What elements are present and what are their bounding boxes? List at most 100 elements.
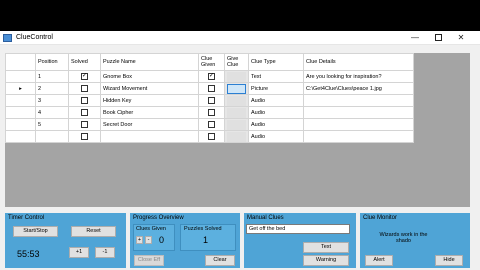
give-clue-cell[interactable] — [224, 118, 249, 131]
puzzle-name-cell[interactable]: Book Cipher — [100, 106, 199, 119]
clues-minus-button[interactable]: - — [145, 236, 152, 244]
manual-clue-input[interactable]: Get off the bed — [246, 224, 350, 234]
puzzle-name-cell[interactable]: Secret Door — [100, 118, 199, 131]
solved-cell[interactable] — [68, 118, 101, 131]
table-row[interactable]: 5 Secret Door Audio — [5, 118, 414, 131]
row-header[interactable] — [5, 118, 36, 131]
hide-button[interactable]: Hide — [435, 255, 463, 266]
manual-panel-title: Manual Clues — [247, 215, 284, 221]
close-button[interactable]: ✕ — [450, 31, 472, 45]
minimize-button[interactable]: — — [404, 31, 426, 45]
clue-given-cell[interactable] — [198, 94, 225, 107]
close-eff-button[interactable]: Close Eff — [134, 255, 164, 266]
clue-details-cell[interactable] — [303, 94, 414, 107]
app-icon — [3, 34, 12, 42]
clue-details-cell[interactable]: C:\Get4Clue\Clues\peace 1.jpg — [303, 82, 414, 95]
solved-checkbox[interactable] — [81, 133, 88, 140]
position-cell[interactable]: 5 — [35, 118, 69, 131]
column-header-clue-type[interactable]: Clue Type — [248, 53, 304, 71]
position-cell[interactable]: 2 — [35, 82, 69, 95]
give-clue-cell[interactable] — [224, 106, 249, 119]
maximize-button[interactable] — [427, 31, 449, 45]
row-header[interactable] — [5, 106, 36, 119]
solved-checkbox[interactable] — [81, 121, 88, 128]
column-header-give-clue[interactable]: Give Clue — [224, 53, 249, 71]
position-cell[interactable] — [35, 130, 69, 143]
give-clue-button[interactable] — [227, 71, 246, 82]
solved-checkbox[interactable] — [81, 97, 88, 104]
clue-type-cell[interactable]: Audio — [248, 106, 304, 119]
clue-given-checkbox[interactable] — [208, 97, 215, 104]
send-warning-button[interactable]: Warning — [303, 255, 349, 266]
puzzle-name-cell[interactable]: Hidden Key — [100, 94, 199, 107]
clue-details-cell[interactable]: Are you looking for inspiration? — [303, 70, 414, 83]
table-row[interactable]: 1 ✓ Gnome Box ✓ Text Are you looking for insp… — [5, 70, 414, 83]
position-cell[interactable]: 1 — [35, 70, 69, 83]
solved-cell[interactable] — [68, 94, 101, 107]
clue-given-checkbox[interactable] — [208, 121, 215, 128]
column-header-position[interactable]: Position — [35, 53, 69, 71]
clue-details-cell[interactable] — [303, 106, 414, 119]
clue-type-cell[interactable]: Text — [248, 70, 304, 83]
table-row[interactable]: Audio — [5, 130, 414, 143]
solved-cell[interactable] — [68, 130, 101, 143]
give-clue-button[interactable] — [227, 83, 246, 94]
solved-checkbox[interactable]: ✓ — [81, 73, 88, 80]
clue-details-cell[interactable] — [303, 130, 414, 143]
clue-details-cell[interactable] — [303, 118, 414, 131]
row-header[interactable] — [5, 70, 36, 83]
give-clue-cell[interactable] — [224, 82, 249, 95]
clue-given-cell[interactable] — [198, 118, 225, 131]
minus-one-button[interactable]: -1 — [95, 247, 115, 258]
timer-display: 55:53 — [17, 249, 40, 259]
give-clue-cell[interactable] — [224, 70, 249, 83]
give-clue-button[interactable] — [227, 119, 246, 130]
clue-given-cell[interactable] — [198, 130, 225, 143]
position-cell[interactable]: 4 — [35, 106, 69, 119]
solved-cell[interactable] — [68, 82, 101, 95]
column-header-clue-given[interactable]: Clue Given — [198, 53, 225, 71]
reset-button[interactable]: Reset — [71, 226, 116, 237]
column-header-solved[interactable]: Solved — [68, 53, 101, 71]
give-clue-cell[interactable] — [224, 130, 249, 143]
clue-given-checkbox[interactable] — [208, 109, 215, 116]
clues-given-label: Clues Given — [136, 226, 166, 232]
table-row[interactable]: 4 Book Cipher Audio — [5, 106, 414, 119]
clue-type-cell[interactable]: Audio — [248, 94, 304, 107]
solved-checkbox[interactable] — [81, 109, 88, 116]
clue-given-cell[interactable]: ✓ — [198, 70, 225, 83]
alert-button[interactable]: Alert — [365, 255, 393, 266]
puzzle-name-cell[interactable] — [100, 130, 199, 143]
solved-cell[interactable]: ✓ — [68, 70, 101, 83]
give-clue-button[interactable] — [227, 131, 246, 142]
plus-one-button[interactable]: +1 — [69, 247, 89, 258]
clue-type-cell[interactable]: Picture — [248, 82, 304, 95]
clue-given-checkbox[interactable] — [208, 85, 215, 92]
row-header[interactable]: ▸ — [5, 82, 36, 95]
clue-given-cell[interactable] — [198, 82, 225, 95]
clue-given-checkbox[interactable] — [208, 133, 215, 140]
start-stop-button[interactable]: Start/Stop — [13, 226, 58, 237]
give-clue-button[interactable] — [227, 95, 246, 106]
solved-checkbox[interactable] — [81, 85, 88, 92]
table-row[interactable]: 3 Hidden Key Audio — [5, 94, 414, 107]
clue-type-cell[interactable]: Audio — [248, 130, 304, 143]
clue-given-cell[interactable] — [198, 106, 225, 119]
maximize-icon — [434, 34, 442, 42]
column-header-clue-details[interactable]: Clue Details — [303, 53, 414, 71]
send-text-button[interactable]: Text — [303, 242, 349, 253]
row-header[interactable] — [5, 130, 36, 143]
puzzle-name-cell[interactable]: Wizard Movement — [100, 82, 199, 95]
table-row[interactable]: ▸ 2 Wizard Movement Picture C:\Get4Clue\Clue… — [5, 82, 414, 95]
clue-given-checkbox[interactable]: ✓ — [208, 73, 215, 80]
solved-cell[interactable] — [68, 106, 101, 119]
column-header-puzzle-name[interactable]: Puzzle Name — [100, 53, 199, 71]
give-clue-button[interactable] — [227, 107, 246, 118]
clue-type-cell[interactable]: Audio — [248, 118, 304, 131]
clear-button[interactable]: Clear — [205, 255, 235, 266]
row-header[interactable] — [5, 94, 36, 107]
position-cell[interactable]: 3 — [35, 94, 69, 107]
puzzle-name-cell[interactable]: Gnome Box — [100, 70, 199, 83]
clues-plus-button[interactable]: + — [136, 236, 143, 244]
give-clue-cell[interactable] — [224, 94, 249, 107]
